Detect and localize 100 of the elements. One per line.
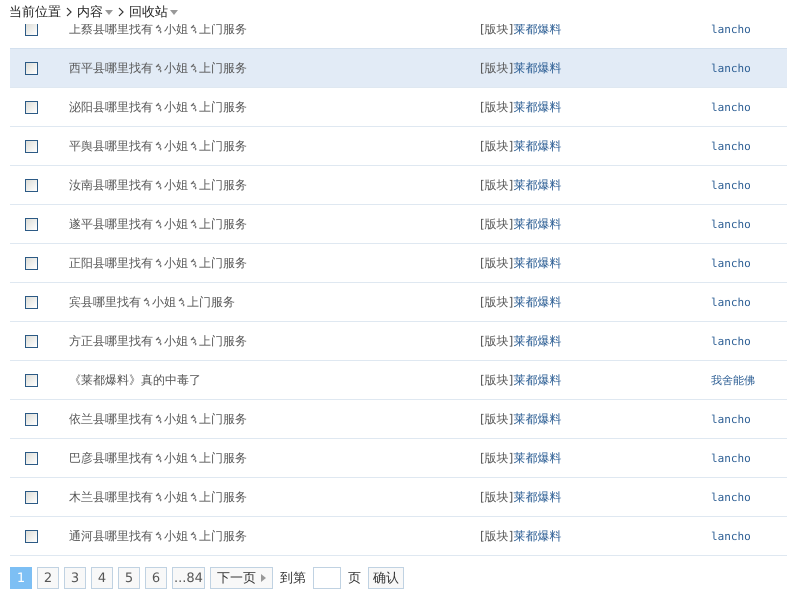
checkbox[interactable] (25, 530, 38, 542)
author-link[interactable]: lancho (711, 257, 751, 270)
squiggle-icon (177, 297, 186, 307)
checkbox[interactable] (25, 256, 38, 270)
author-link[interactable]: lancho (711, 335, 751, 348)
board-link[interactable]: 莱都爆料 (513, 372, 562, 386)
board-link[interactable]: 莱都爆料 (513, 412, 562, 426)
author-link[interactable]: lancho (711, 413, 751, 426)
author-link[interactable]: lancho (711, 179, 751, 192)
author-link[interactable]: lancho (711, 296, 751, 309)
squiggle-icon (154, 24, 163, 34)
post-title-text: 小姐 (164, 410, 188, 428)
board-link[interactable]: 莱都爆料 (513, 60, 562, 74)
squiggle-icon (189, 531, 198, 541)
checkbox[interactable] (25, 100, 38, 114)
board-link[interactable]: 莱都爆料 (513, 490, 562, 504)
board-prefix: [版块] (480, 528, 514, 542)
squiggle-icon (142, 297, 151, 307)
author-link[interactable]: lancho (711, 23, 751, 36)
post-title-text: 上门服务 (199, 138, 247, 154)
next-page-button[interactable]: 下一页 (210, 567, 273, 589)
breadcrumb-label: 当前位置 (9, 4, 61, 21)
post-title-text: 通河县哪里找有 (69, 528, 153, 544)
post-title-text: 小姐 (164, 176, 188, 194)
caret-icon[interactable] (170, 10, 178, 14)
page-unit-label: 页 (348, 570, 361, 587)
author-link[interactable]: lancho (711, 101, 751, 114)
squiggle-icon (154, 414, 163, 424)
page-button[interactable]: 3 (64, 567, 86, 589)
checkbox[interactable] (25, 140, 38, 152)
post-title-text: 泌阳县哪里找有 (69, 98, 153, 116)
board-link[interactable]: 莱都爆料 (513, 528, 562, 542)
author-link[interactable]: lancho (711, 62, 751, 75)
checkbox[interactable] (25, 296, 38, 308)
post-title-text: 小姐 (152, 294, 176, 310)
post-title-text: 巴彦县哪里找有 (69, 450, 153, 466)
checkbox[interactable] (25, 218, 38, 230)
board-prefix: [版块] (480, 216, 514, 230)
breadcrumb-link[interactable]: 回收站 (129, 3, 168, 21)
board-link[interactable]: 莱都爆料 (513, 138, 562, 152)
page-button[interactable]: 6 (145, 567, 167, 589)
page-button[interactable]: ...84 (172, 567, 205, 589)
post-title-text: 正阳县哪里找有 (69, 254, 153, 272)
post-title-text: 上门服务 (199, 410, 247, 428)
checkbox[interactable] (25, 178, 38, 192)
board-link[interactable]: 莱都爆料 (513, 450, 562, 464)
post-title-text: 依兰县哪里找有 (69, 410, 153, 428)
page-input-field[interactable] (312, 567, 341, 589)
post-title-text: 小姐 (164, 528, 188, 544)
squiggle-icon (154, 258, 163, 268)
caret-icon[interactable] (105, 10, 113, 14)
post-title-text: 遂平县哪里找有 (69, 216, 153, 232)
squiggle-icon (154, 336, 163, 346)
squiggle-icon (154, 453, 163, 463)
checkbox[interactable] (25, 334, 38, 348)
page-button[interactable]: 5 (118, 567, 140, 589)
board-link[interactable]: 莱都爆料 (513, 100, 562, 114)
checkbox[interactable] (25, 412, 38, 426)
board-prefix: [版块] (480, 450, 514, 464)
board-link[interactable]: 莱都爆料 (513, 178, 562, 192)
checkbox[interactable] (25, 452, 38, 464)
board-prefix: [版块] (480, 256, 514, 270)
chevron-icon (118, 7, 124, 17)
post-title-text: 平舆县哪里找有 (69, 138, 153, 154)
board-prefix: [版块] (480, 60, 514, 74)
author-link[interactable]: lancho (711, 491, 751, 504)
board-prefix: [版块] (480, 294, 514, 308)
post-title-text: 小姐 (164, 254, 188, 272)
checkbox[interactable] (25, 62, 38, 74)
board-link[interactable]: 莱都爆料 (513, 294, 562, 308)
board-link[interactable]: 莱都爆料 (513, 216, 562, 230)
post-title-text: 小姐 (164, 60, 188, 76)
squiggle-icon (189, 453, 198, 463)
post-title-text: 《莱都爆料》真的中毒了 (69, 372, 201, 388)
author-link[interactable]: lancho (711, 530, 751, 543)
author-link[interactable]: lancho (711, 140, 751, 153)
squiggle-icon (154, 219, 163, 229)
page-button[interactable]: 4 (91, 567, 113, 589)
post-title-text: 小姐 (164, 20, 188, 38)
board-prefix: [版块] (480, 178, 514, 192)
post-title-text: 上门服务 (199, 528, 247, 544)
post-title-text: 上门服务 (187, 294, 235, 310)
author-link[interactable]: 我舍能佛 (711, 374, 755, 386)
confirm-button[interactable]: 确认 (368, 567, 404, 589)
squiggle-icon (189, 219, 198, 229)
author-link[interactable]: lancho (711, 218, 751, 231)
post-title-text: 上门服务 (199, 254, 247, 272)
page-button[interactable]: 2 (37, 567, 59, 589)
breadcrumb-link[interactable]: 内容 (77, 3, 103, 21)
squiggle-icon (154, 102, 163, 112)
post-title-text: 上门服务 (199, 98, 247, 116)
squiggle-icon (189, 180, 198, 190)
author-link[interactable]: lancho (711, 452, 751, 465)
squiggle-icon (154, 492, 163, 502)
checkbox[interactable] (25, 374, 38, 386)
post-title-text: 小姐 (164, 488, 188, 506)
checkbox[interactable] (25, 490, 38, 504)
board-link[interactable]: 莱都爆料 (513, 256, 562, 270)
board-link[interactable]: 莱都爆料 (513, 334, 562, 348)
post-title-text: 上门服务 (199, 176, 247, 194)
